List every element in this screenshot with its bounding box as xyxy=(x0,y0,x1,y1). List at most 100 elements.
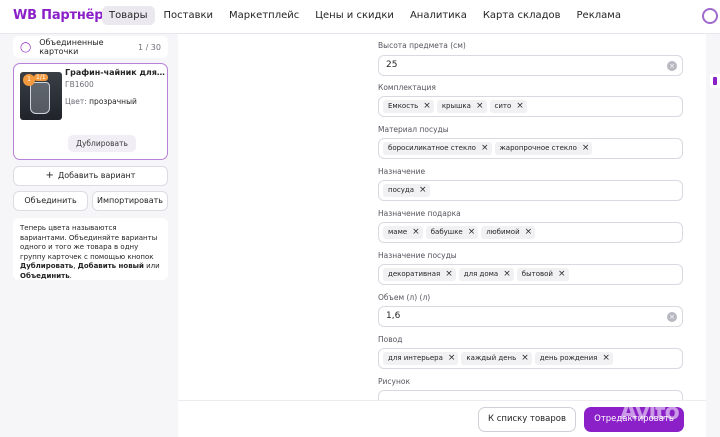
remove-chip-icon[interactable]: × xyxy=(503,268,511,281)
hint-end: . xyxy=(69,271,72,280)
chip: для интерьера × xyxy=(383,352,459,365)
merged-cards-count: 1 / 30 xyxy=(137,42,161,52)
kit-label: Комплектация xyxy=(378,83,436,92)
chip: день рождения × xyxy=(534,352,613,365)
height-label: Высота предмета (см) xyxy=(378,41,466,50)
chip-label: посуда xyxy=(388,186,414,194)
remove-chip-icon[interactable]: × xyxy=(582,142,590,155)
remove-chip-icon[interactable]: × xyxy=(448,352,456,365)
product-color: Цвет: прозрачный xyxy=(65,97,137,106)
material-label: Материал посуды xyxy=(378,125,449,134)
purpose-label: Назначение xyxy=(378,167,426,176)
import-button[interactable]: Импортировать xyxy=(92,191,168,211)
remove-chip-icon[interactable]: × xyxy=(521,352,529,365)
back-to-list-button[interactable]: К списку товаров xyxy=(478,407,576,432)
dish-purpose-field[interactable]: декоративная × для дома × бытовой × xyxy=(378,264,683,285)
nav-item-supplies[interactable]: Поставки xyxy=(157,6,221,25)
chip-label: для дома xyxy=(463,270,499,278)
nav-item-ads[interactable]: Реклама xyxy=(570,6,628,25)
right-strip xyxy=(706,34,720,437)
chip: декоративная × xyxy=(383,268,456,281)
nav-item-marketplace[interactable]: Маркетплейс xyxy=(222,6,306,25)
carafe-image xyxy=(30,82,50,114)
chip-label: маме xyxy=(388,228,408,236)
pattern-label: Рисунок xyxy=(378,377,410,386)
photo-count-badge: 1/1 xyxy=(34,74,48,81)
chip: бытовой × xyxy=(516,268,569,281)
add-variant-button[interactable]: + Добавить вариант xyxy=(13,166,168,186)
chip: бабушке × xyxy=(425,226,479,239)
volume-input[interactable]: 1,6 × xyxy=(378,306,683,327)
chip-label: бабушке xyxy=(430,228,463,236)
profile-icon[interactable] xyxy=(702,8,718,24)
chip-label: бытовой xyxy=(521,270,553,278)
product-thumbnail: 1 1/1 xyxy=(20,72,62,120)
merged-cards-label: Объединенные карточки xyxy=(39,38,104,56)
color-value: прозрачный xyxy=(89,97,137,106)
chip: маме × xyxy=(383,226,423,239)
product-card[interactable]: 1 1/1 Графин-чайник для воды и ... ГВ160… xyxy=(13,63,168,160)
volume-value: 1,6 xyxy=(386,311,401,321)
chip: Емкость × xyxy=(383,100,434,113)
purpose-field[interactable]: посуда × xyxy=(378,180,683,201)
gift-purpose-label: Назначение подарка xyxy=(378,209,461,218)
hint-text: Теперь цвета называются вариантами. Объе… xyxy=(20,224,158,261)
chip: посуда × xyxy=(383,184,430,197)
nav-item-products[interactable]: Товары xyxy=(102,6,155,25)
chip-label: каждый день xyxy=(466,354,517,362)
chip-label: для интерьера xyxy=(388,354,443,362)
merged-cards-header: ◯ Объединенные карточки 1 / 30 xyxy=(13,36,168,58)
remove-chip-icon[interactable]: × xyxy=(419,184,427,197)
remove-chip-icon[interactable]: × xyxy=(476,100,484,113)
remove-chip-icon[interactable]: × xyxy=(468,226,476,239)
duplicate-button[interactable]: Дублировать xyxy=(68,135,136,152)
chip-label: декоративная xyxy=(388,270,441,278)
product-title: Графин-чайник для воды и ... xyxy=(65,68,165,77)
merge-button[interactable]: Объединить xyxy=(13,191,88,211)
chip-label: любимой xyxy=(486,228,520,236)
remove-chip-icon[interactable]: × xyxy=(525,226,533,239)
occasion-field[interactable]: для интерьера × каждый день × день рождени… xyxy=(378,348,683,369)
nav-item-warehouse-map[interactable]: Карта складов xyxy=(476,6,568,25)
chip: жаропрочное стекло × xyxy=(494,142,593,155)
chip: крышка × xyxy=(436,100,487,113)
chip: сито × xyxy=(489,100,527,113)
plus-icon: + xyxy=(45,170,54,181)
chip: боросиликатное стекло × xyxy=(383,142,492,155)
remove-chip-icon[interactable]: × xyxy=(602,352,610,365)
remove-chip-icon[interactable]: × xyxy=(412,226,420,239)
product-code: ГВ1600 xyxy=(65,80,94,89)
chip: для дома × xyxy=(458,268,514,281)
hint-bold-duplicate: Дублировать xyxy=(20,262,74,270)
chip: любимой × xyxy=(481,226,536,239)
chip-label: сито xyxy=(494,102,512,110)
remove-chip-icon[interactable]: × xyxy=(481,142,489,155)
color-label: Цвет: xyxy=(65,97,87,106)
hint-bold-add: Добавить новый xyxy=(77,262,144,270)
chip: каждый день × xyxy=(461,352,532,365)
main-nav: Товары Поставки Маркетплейс Цены и скидк… xyxy=(102,6,630,25)
side-tab[interactable] xyxy=(710,74,720,88)
logo[interactable]: WB Партнёры xyxy=(13,8,115,23)
kit-field[interactable]: Емкость × крышка × сито × xyxy=(378,96,683,117)
dish-purpose-label: Назначение посуды xyxy=(378,251,457,260)
remove-chip-icon[interactable]: × xyxy=(423,100,431,113)
nav-item-analytics[interactable]: Аналитика xyxy=(403,6,474,25)
nav-item-prices[interactable]: Цены и скидки xyxy=(308,6,401,25)
height-input[interactable]: 25 × xyxy=(378,55,683,76)
clear-icon[interactable]: × xyxy=(667,61,677,71)
remove-chip-icon[interactable]: × xyxy=(516,100,524,113)
chip-label: Емкость xyxy=(388,102,419,110)
remove-chip-icon[interactable]: × xyxy=(445,268,453,281)
remove-chip-icon[interactable]: × xyxy=(558,268,566,281)
hint-bold-merge: Объединить xyxy=(20,271,70,280)
top-header: WB Партнёры Товары Поставки Маркетплейс … xyxy=(0,0,720,34)
material-field[interactable]: боросиликатное стекло × жаропрочное стекл… xyxy=(378,138,683,159)
add-variant-label: Добавить вариант xyxy=(57,171,136,180)
height-value: 25 xyxy=(386,60,398,70)
clear-icon[interactable]: × xyxy=(667,312,677,322)
variants-hint: Теперь цвета называются вариантами. Объе… xyxy=(13,218,168,280)
edit-submit-button[interactable]: Отредактировать xyxy=(584,407,684,432)
merge-icon: ◯ xyxy=(20,41,32,53)
gift-purpose-field[interactable]: маме × бабушке × любимой × xyxy=(378,222,683,243)
